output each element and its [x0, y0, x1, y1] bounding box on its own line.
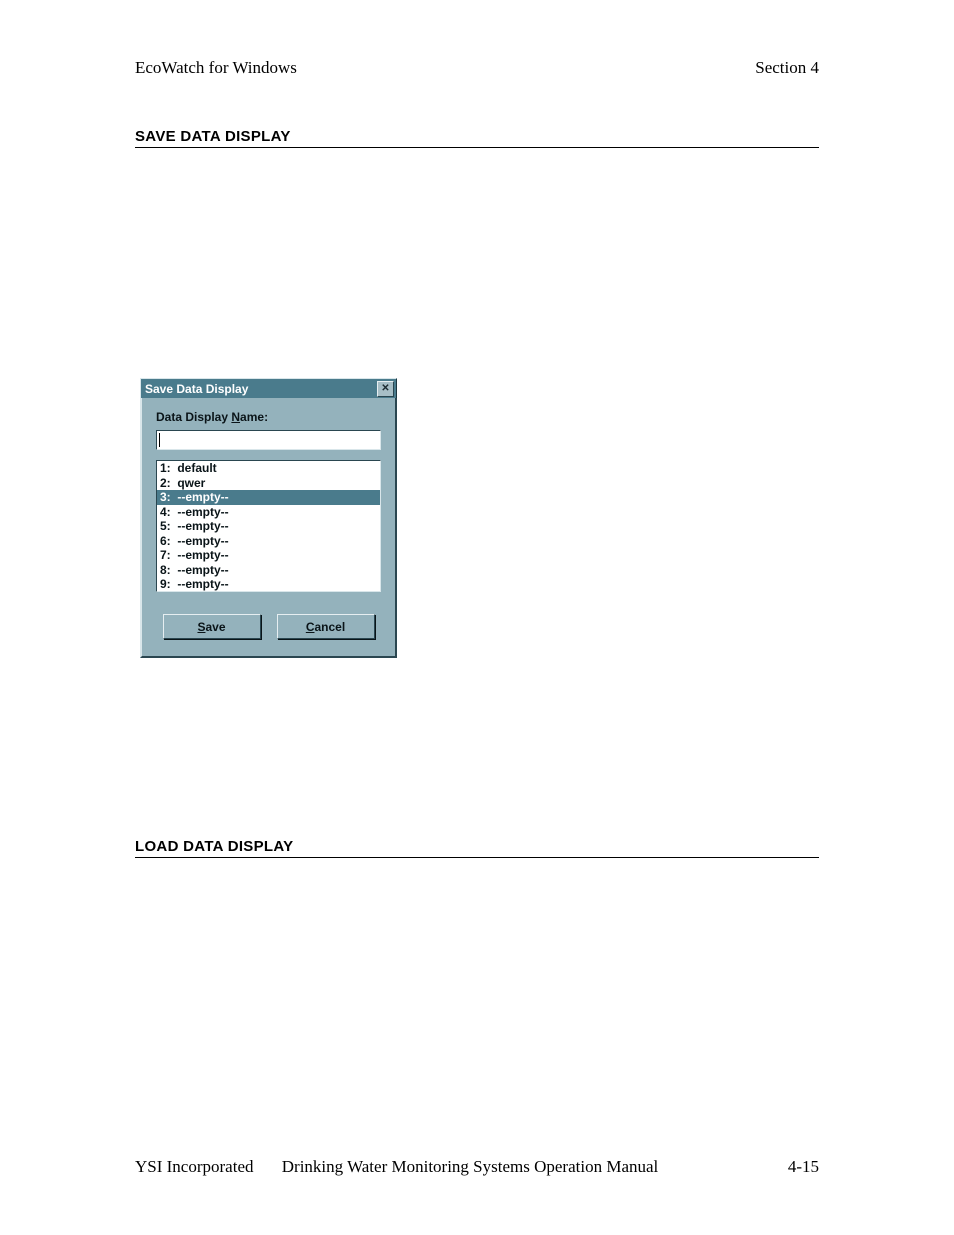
page-header: EcoWatch for Windows Section 4 [135, 58, 819, 78]
footer-left: YSI Incorporated Drinking Water Monitori… [135, 1157, 682, 1177]
header-left: EcoWatch for Windows [135, 58, 297, 78]
list-item[interactable]: 1: default [157, 461, 380, 476]
text-caret [159, 433, 160, 447]
save-data-display-dialog: Save Data Display ✕ Data Display Name: 1… [140, 378, 397, 658]
footer-page-number: 4-15 [788, 1157, 819, 1177]
dialog-titlebar[interactable]: Save Data Display ✕ [140, 378, 397, 398]
list-item[interactable]: 9: --empty-- [157, 577, 380, 592]
name-field-label: Data Display Name: [156, 410, 381, 424]
dialog-body: Data Display Name: 1: default2: qwer3: -… [140, 398, 397, 658]
footer-manual: Drinking Water Monitoring Systems Operat… [282, 1157, 659, 1176]
list-item[interactable]: 3: --empty-- [157, 490, 380, 505]
close-button[interactable]: ✕ [377, 381, 394, 397]
save-button[interactable]: Save [163, 614, 261, 639]
list-item[interactable]: 5: --empty-- [157, 519, 380, 534]
header-right: Section 4 [755, 58, 819, 78]
section-heading-save: SAVE DATA DISPLAY [135, 128, 819, 148]
list-item[interactable]: 2: qwer [157, 476, 380, 491]
close-icon: ✕ [381, 384, 389, 394]
footer-company: YSI Incorporated [135, 1157, 254, 1176]
dialog-title: Save Data Display [145, 382, 248, 396]
list-item[interactable]: 8: --empty-- [157, 563, 380, 578]
list-item[interactable]: 7: --empty-- [157, 548, 380, 563]
name-input[interactable] [156, 430, 381, 450]
list-item[interactable]: 6: --empty-- [157, 534, 380, 549]
dialog-button-row: Save Cancel [156, 614, 381, 639]
list-item[interactable]: 4: --empty-- [157, 505, 380, 520]
page-footer: YSI Incorporated Drinking Water Monitori… [135, 1157, 819, 1177]
cancel-button[interactable]: Cancel [277, 614, 375, 639]
slot-listbox[interactable]: 1: default2: qwer3: --empty--4: --empty-… [156, 460, 381, 592]
section-heading-load: LOAD DATA DISPLAY [135, 838, 819, 858]
